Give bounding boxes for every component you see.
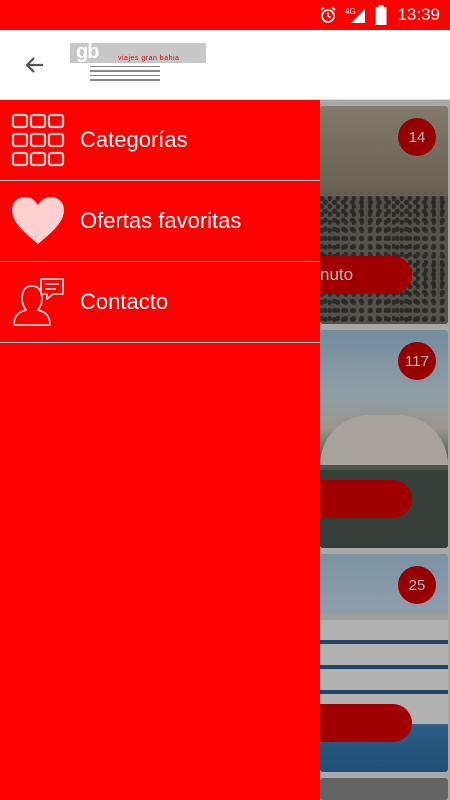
logo-monogram: gb bbox=[76, 40, 99, 63]
alarm-icon bbox=[319, 6, 337, 24]
network-label: 4G bbox=[345, 7, 356, 16]
logo-name: viajes gran bahia bbox=[118, 54, 180, 62]
back-button[interactable] bbox=[10, 40, 60, 90]
drawer-item-ofertas-favoritas[interactable]: Ofertas favoritas bbox=[0, 181, 320, 262]
brand-logo: gb viajes gran bahia bbox=[70, 40, 206, 87]
contact-person-icon bbox=[11, 275, 65, 329]
drawer-item-contacto[interactable]: Contacto bbox=[0, 262, 320, 343]
drawer-item-label: Contacto bbox=[80, 289, 169, 314]
grid-icon bbox=[11, 113, 65, 167]
drawer-scrim[interactable] bbox=[320, 100, 450, 800]
signal-icon: 4G bbox=[345, 6, 367, 24]
heart-icon bbox=[11, 194, 65, 248]
drawer-item-label: Ofertas favoritas bbox=[80, 208, 242, 233]
status-bar: 4G 13:39 bbox=[0, 0, 450, 30]
clock: 13:39 bbox=[397, 5, 440, 24]
drawer-item-categorias[interactable]: Categorías bbox=[0, 100, 320, 181]
battery-icon bbox=[375, 5, 387, 25]
navigation-drawer: Categorías Ofertas favoritas Contacto bbox=[0, 100, 320, 800]
drawer-item-label: Categorías bbox=[80, 127, 188, 152]
arrow-left-icon bbox=[25, 56, 43, 73]
app-bar: gb viajes gran bahia bbox=[0, 30, 450, 100]
